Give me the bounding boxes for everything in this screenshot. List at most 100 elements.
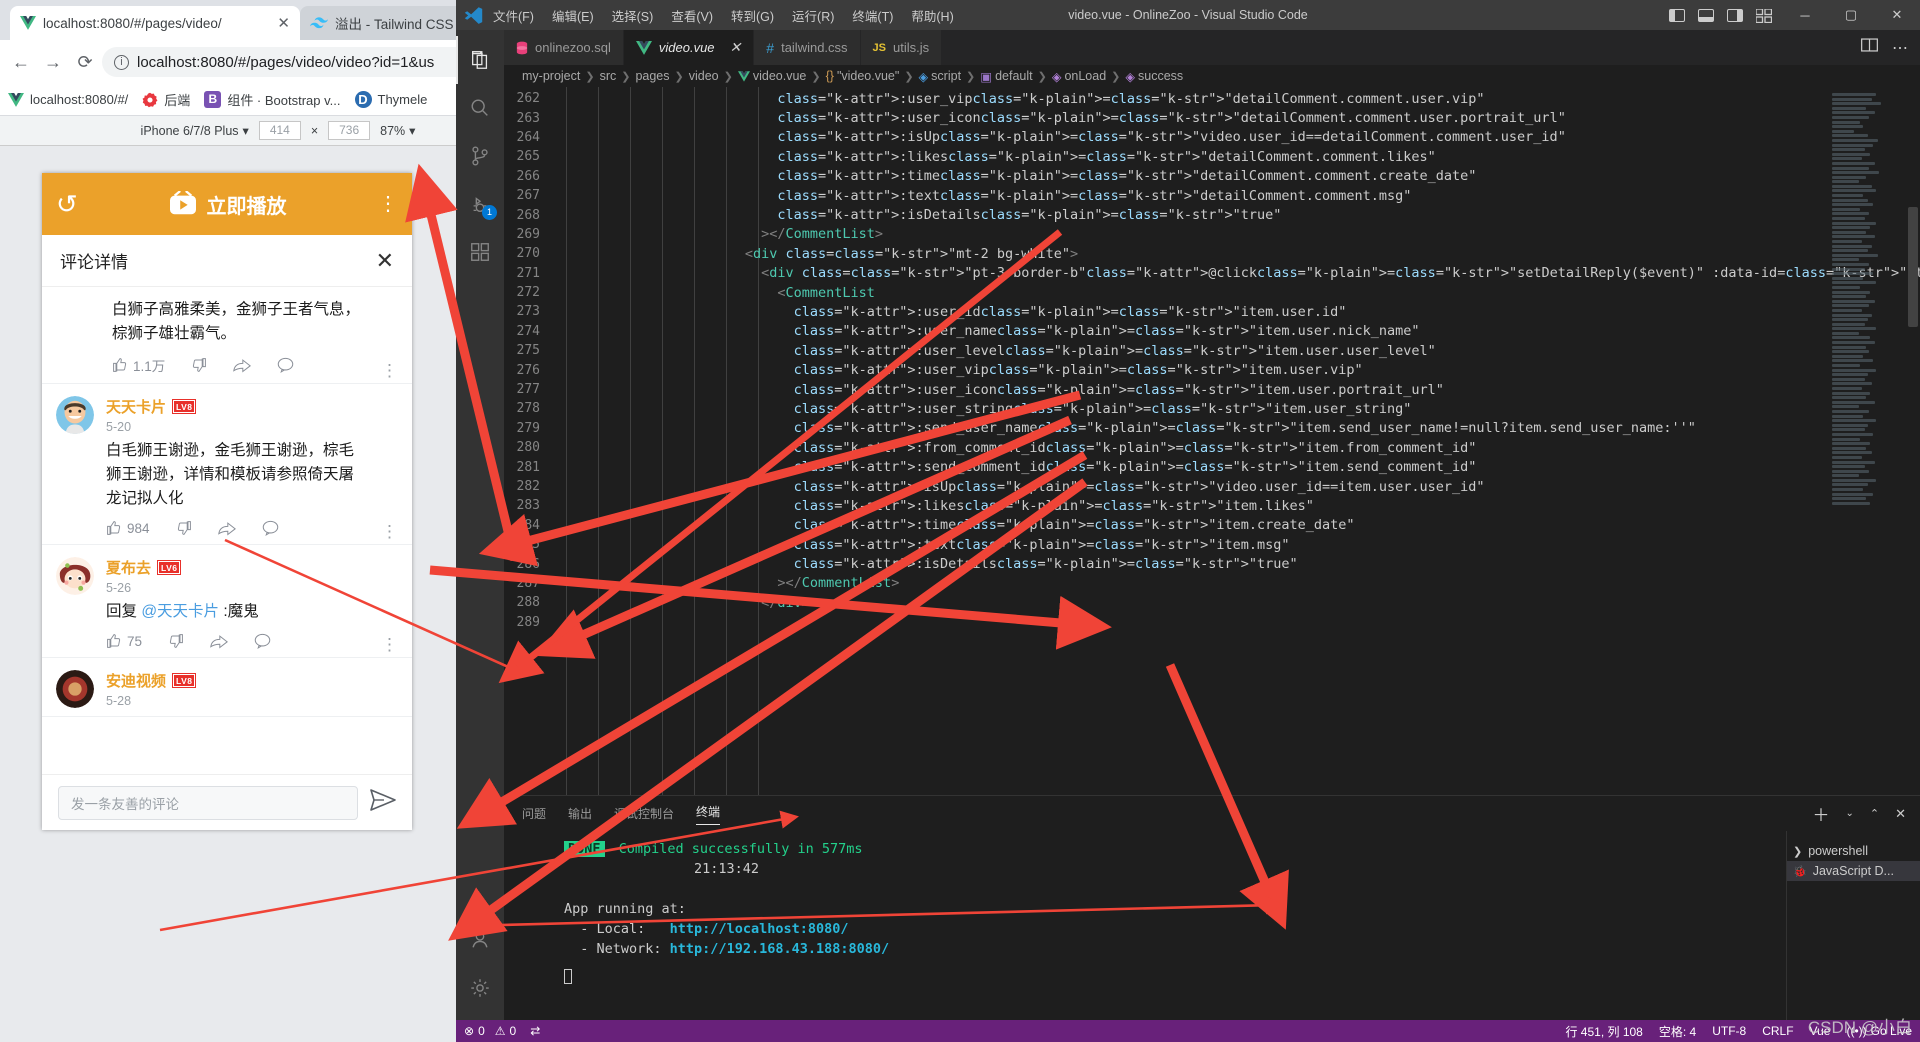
menu-edit[interactable]: 编辑(E) — [550, 4, 596, 27]
like-button[interactable]: 75 — [106, 633, 142, 649]
more-actions-icon[interactable]: ⋯ — [1892, 38, 1908, 58]
device-height-input[interactable]: 736 — [328, 121, 371, 140]
breadcrumb-pages[interactable]: pages — [635, 69, 669, 83]
share-button[interactable] — [210, 633, 229, 649]
menu-selection[interactable]: 选择(S) — [610, 4, 656, 27]
reload-button[interactable]: ⟳ — [70, 47, 100, 77]
breadcrumb-my-project[interactable]: my-project — [522, 69, 580, 83]
dislike-button[interactable] — [168, 633, 184, 649]
terminal-output[interactable]: DONE Compiled successfully in 577ms 21:1… — [504, 831, 1786, 1020]
status-position[interactable]: 行 451, 列 108 — [1565, 1023, 1642, 1040]
dislike-button[interactable] — [176, 520, 192, 536]
extensions-icon[interactable] — [456, 228, 504, 276]
share-button[interactable] — [217, 520, 236, 536]
explorer-icon[interactable] — [456, 36, 504, 84]
reply-mention[interactable]: @天天卡片 — [141, 603, 219, 620]
comment-more-icon[interactable]: ⋮ — [381, 362, 398, 378]
bookmark-3[interactable]: D Thymele — [354, 91, 427, 108]
menu-help[interactable]: 帮助(H) — [909, 4, 955, 27]
editor-tab-video-vue[interactable]: video.vue ✕ — [623, 30, 755, 65]
editor-tab-onlinezoo-sql[interactable]: onlinezoo.sql — [504, 30, 624, 65]
like-button[interactable]: 984 — [106, 520, 150, 536]
device-select[interactable]: iPhone 6/7/8 Plus ▾ — [141, 123, 249, 139]
browser-tab-0[interactable]: localhost:8080/#/pages/video/ ✕ — [10, 6, 300, 40]
menu-file[interactable]: 文件(F) — [491, 4, 536, 27]
terminal-list-item-javascript-debug[interactable]: 🐞 JavaScript D... — [1787, 861, 1920, 881]
breadcrumb-onload[interactable]: ◈ onLoad — [1052, 69, 1106, 84]
reply-button[interactable] — [277, 357, 294, 373]
avatar[interactable] — [56, 670, 94, 709]
editor-scrollbar[interactable] — [1906, 87, 1920, 795]
panel-tab-problems[interactable]: 问题 — [522, 805, 546, 822]
breadcrumb-video-vue-obj[interactable]: {} "video.vue" — [826, 69, 900, 83]
comment-list[interactable]: 白狮子高雅柔美，金狮子王者气息，棕狮子雄壮霸气。 1.1万 ⋮ 天天卡片 LV8… — [42, 287, 412, 774]
breadcrumb-video-vue[interactable]: video.vue — [737, 69, 806, 83]
editor-tab-utils-js[interactable]: JS utils.js — [860, 30, 943, 65]
minimap[interactable] — [1832, 87, 1906, 795]
run-debug-icon[interactable]: 1 — [456, 180, 504, 228]
panel-tab-debug-console[interactable]: 调试控制台 — [614, 805, 674, 822]
editor-tab-tailwind-css[interactable]: # tailwind.css — [754, 30, 861, 65]
menu-terminal[interactable]: 终端(T) — [850, 4, 895, 27]
minimize-button[interactable]: ─ — [1782, 0, 1828, 30]
maximize-panel-icon[interactable]: ⌃ — [1870, 807, 1879, 820]
account-icon[interactable] — [456, 916, 504, 964]
scrollbar-thumb[interactable] — [1908, 207, 1918, 327]
status-ports[interactable]: ⇄ — [530, 1024, 540, 1038]
avatar[interactable] — [56, 557, 94, 596]
more-vertical-icon[interactable]: ⋮ — [378, 194, 398, 214]
menu-run[interactable]: 运行(R) — [790, 4, 836, 27]
maximize-button[interactable]: ▢ — [1828, 0, 1874, 30]
panel-tab-output[interactable]: 输出 — [568, 805, 592, 822]
dislike-button[interactable] — [191, 357, 207, 373]
menu-go[interactable]: 转到(G) — [729, 4, 776, 27]
customize-layout-icon[interactable] — [1755, 7, 1773, 23]
close-icon[interactable]: ✕ — [277, 14, 290, 32]
breadcrumb-script[interactable]: ◈ script — [919, 69, 962, 84]
breadcrumb-video[interactable]: video — [689, 69, 719, 83]
avatar[interactable] — [56, 396, 94, 435]
toggle-secondary-sidebar-icon[interactable] — [1727, 8, 1743, 22]
device-width-input[interactable]: 414 — [258, 121, 301, 140]
close-icon[interactable]: ✕ — [376, 248, 394, 274]
menu-view[interactable]: 查看(V) — [669, 4, 715, 27]
source-control-icon[interactable] — [456, 132, 504, 180]
breadcrumb-success[interactable]: ◈ success — [1125, 69, 1183, 84]
breadcrumb-default[interactable]: ▣ default — [980, 69, 1032, 84]
comment-more-icon[interactable]: ⋮ — [381, 636, 398, 652]
status-eol[interactable]: CRLF — [1762, 1024, 1793, 1038]
send-icon[interactable] — [370, 788, 396, 817]
back-button[interactable]: ← — [6, 47, 36, 77]
code-editor[interactable]: 262 class="k-attr">:user_vip class = "k-plai… — [504, 87, 1920, 795]
toggle-sidebar-icon[interactable] — [1669, 8, 1685, 22]
forward-button[interactable]: → — [38, 47, 68, 77]
split-editor-icon[interactable] — [1861, 38, 1878, 57]
network-url[interactable]: http://192.168.43.188:8080/ — [670, 941, 889, 957]
bookmark-0[interactable]: localhost:8080/#/ — [8, 92, 128, 108]
comment-author[interactable]: 天天卡片 LV8 — [106, 396, 369, 417]
comment-author[interactable]: 夏布去 LV6 — [106, 557, 369, 578]
reply-button[interactable] — [262, 520, 279, 537]
terminal-list-item-powershell[interactable]: ❯ powershell — [1787, 841, 1920, 861]
bookmark-2[interactable]: B 组件 · Bootstrap v... — [204, 90, 341, 109]
close-icon[interactable]: ✕ — [730, 39, 742, 56]
status-errors-warnings[interactable]: ⊗ 0 ⚠ 0 — [464, 1024, 516, 1038]
search-icon[interactable] — [456, 84, 504, 132]
status-indent[interactable]: 空格: 4 — [1659, 1023, 1696, 1040]
terminal-dropdown-icon[interactable]: ⌄ — [1845, 808, 1853, 819]
panel-tab-terminal[interactable]: 终端 — [696, 803, 721, 825]
new-terminal-icon[interactable]: ＋ — [1812, 801, 1829, 826]
breadcrumb-src[interactable]: src — [600, 69, 617, 83]
comment-input[interactable]: 发一条友善的评论 — [58, 785, 358, 820]
zoom-select[interactable]: 87% ▾ — [380, 123, 415, 139]
comment-more-icon[interactable]: ⋮ — [381, 523, 398, 539]
toggle-panel-icon[interactable] — [1698, 8, 1714, 22]
share-button[interactable] — [233, 357, 252, 373]
close-panel-icon[interactable]: ✕ — [1895, 806, 1906, 822]
local-url[interactable]: http://localhost:8080/ — [670, 921, 849, 937]
status-encoding[interactable]: UTF-8 — [1712, 1024, 1746, 1038]
site-info-icon[interactable]: i — [114, 54, 129, 70]
reply-button[interactable] — [254, 633, 271, 650]
settings-icon[interactable] — [456, 964, 504, 1012]
close-button[interactable]: ✕ — [1874, 0, 1920, 30]
